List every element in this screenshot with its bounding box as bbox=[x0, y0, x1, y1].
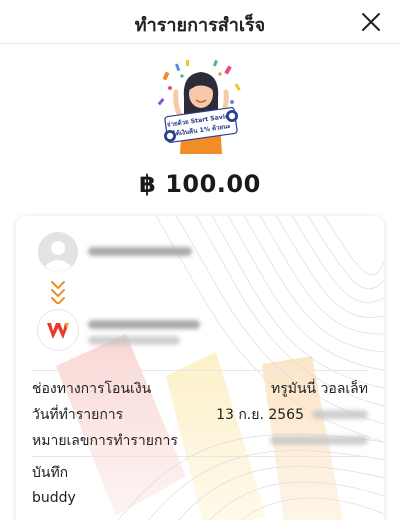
close-icon bbox=[362, 13, 380, 31]
celebration-illustration: จ่ายด้วย Start Saving ได้เงินคืน 1% ด้วย… bbox=[156, 58, 246, 154]
divider bbox=[32, 456, 368, 457]
divider bbox=[32, 370, 368, 371]
detail-label: ช่องทางการโอนเงิน bbox=[32, 381, 152, 397]
close-button[interactable] bbox=[360, 11, 382, 33]
user-avatar-icon bbox=[38, 232, 78, 272]
receipt-card: ช่องทางการโอนเงิน ทรูมันนี่ วอลเล็ท วันท… bbox=[16, 216, 384, 520]
reference-number-redacted bbox=[270, 436, 368, 445]
sender-avatar bbox=[38, 232, 78, 272]
transfer-direction bbox=[50, 278, 66, 304]
transaction-amount: ฿ 100.00 bbox=[139, 170, 261, 198]
detail-label: หมายเลขการทำรายการ bbox=[32, 433, 178, 449]
note-value: buddy bbox=[32, 490, 76, 506]
detail-value: ทรูมันนี่ วอลเล็ท bbox=[270, 381, 368, 397]
detail-label: วันที่ทำรายการ bbox=[32, 407, 124, 423]
transaction-time-redacted bbox=[312, 410, 368, 419]
recipient-logo bbox=[38, 310, 78, 350]
detail-row-channel: ช่องทางการโอนเงิน ทรูมันนี่ วอลเล็ท bbox=[32, 378, 368, 400]
detail-row-date: วันที่ทำรายการ 13 ก.ย. 2565 bbox=[32, 404, 368, 426]
sender-name-redacted bbox=[88, 247, 192, 256]
wallet-logo-icon bbox=[38, 310, 78, 350]
detail-value: 13 ก.ย. 2565 bbox=[216, 407, 304, 423]
recipient-name-redacted bbox=[88, 320, 200, 329]
note-label: บันทึก bbox=[32, 465, 69, 481]
chevron-down-double-icon bbox=[51, 281, 65, 304]
recipient-account-redacted bbox=[88, 336, 180, 345]
page-title: ทำรายการสำเร็จ bbox=[134, 15, 266, 36]
header-bar: ทำรายการสำเร็จ bbox=[0, 0, 400, 44]
detail-row-reference: หมายเลขการทำรายการ bbox=[32, 430, 368, 452]
